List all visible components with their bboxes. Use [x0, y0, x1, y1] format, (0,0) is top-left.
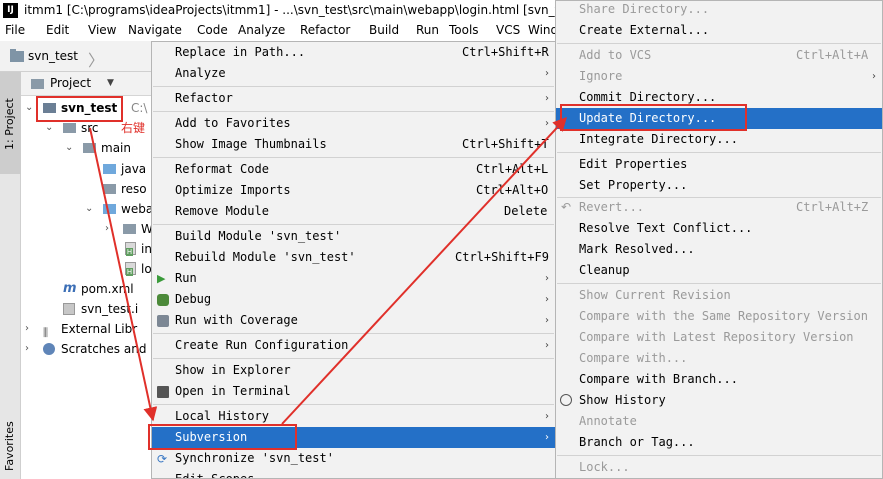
annotation-arrows — [89, 116, 567, 425]
annotation-arrow-to-subversion — [89, 127, 158, 422]
annotation-arrow-to-update-directory — [281, 116, 567, 425]
